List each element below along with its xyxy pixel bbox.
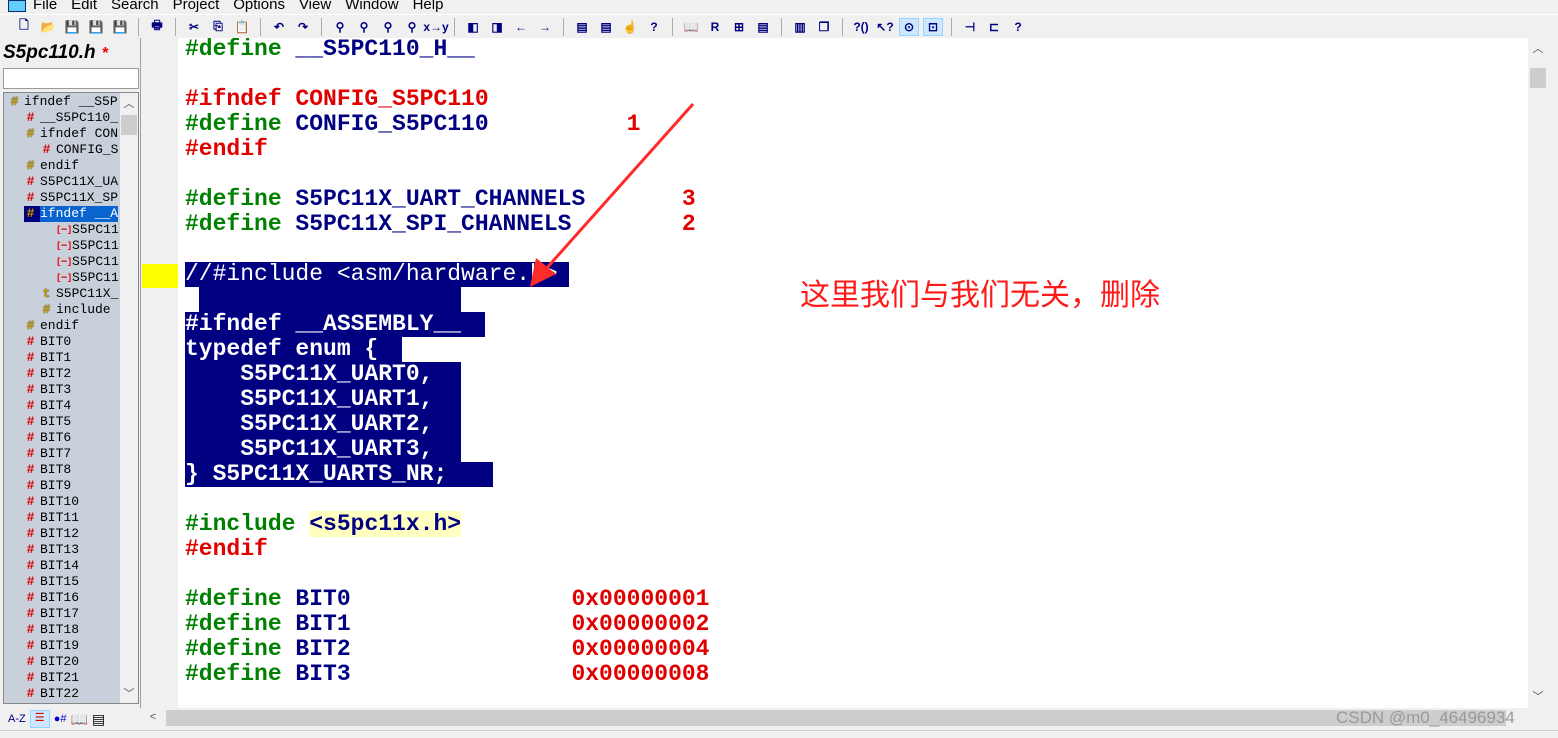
status-bar [0, 730, 1558, 738]
annotation-arrow [530, 103, 695, 287]
annotation-note: 这里我们与我们无关，删除 [800, 278, 1160, 313]
watermark: CSDN @m0_46496934 [1336, 708, 1515, 727]
